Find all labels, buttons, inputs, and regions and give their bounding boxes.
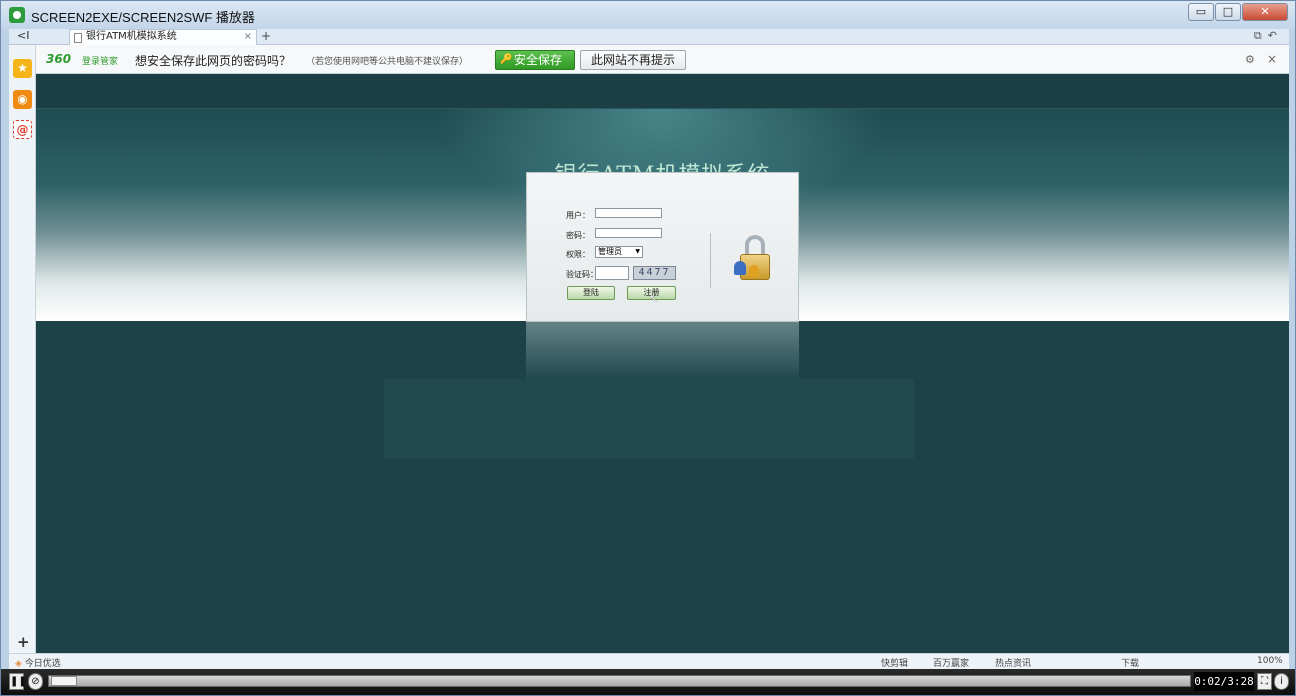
username-input[interactable] bbox=[595, 208, 662, 218]
left-sidebar: ★ ◉ @ + bbox=[9, 45, 36, 653]
player-controls: ❚❚ ⊘ 0:02/3:28 ⛶ i bbox=[1, 669, 1295, 695]
page-icon bbox=[74, 33, 82, 43]
pause-button[interactable]: ❚❚ bbox=[9, 673, 27, 690]
today-picks-link[interactable]: 今日优选 bbox=[15, 656, 61, 669]
settings-gear-icon[interactable]: ⚙ bbox=[1245, 53, 1255, 66]
mail-at-icon[interactable]: @ bbox=[13, 120, 32, 139]
browser-tab-bar: <I 银行ATM机模拟系统 × + ⧉↶ bbox=[9, 29, 1289, 45]
password-bar-close-icon[interactable]: × bbox=[1267, 52, 1277, 66]
lower-band bbox=[384, 379, 914, 459]
app-icon bbox=[9, 7, 25, 23]
minimize-button[interactable]: ▭ bbox=[1188, 3, 1214, 21]
captcha-label: 验证码： bbox=[566, 270, 598, 279]
hot-news-link[interactable]: 热点资讯 bbox=[995, 656, 1031, 669]
zoom-level[interactable]: 100% bbox=[1257, 656, 1283, 666]
user-figure-icon-2 bbox=[749, 265, 759, 277]
tab-title: 银行ATM机模拟系统 bbox=[86, 31, 177, 42]
window-title: SCREEN2EXE/SCREEN2SWF 播放器 bbox=[31, 10, 255, 25]
panel-reflection bbox=[526, 321, 799, 379]
favorites-star-icon[interactable]: ★ bbox=[13, 59, 32, 78]
back-icon[interactable]: <I bbox=[17, 29, 29, 42]
captcha-input[interactable] bbox=[595, 266, 629, 280]
brand-360-logo: 360 bbox=[46, 52, 72, 66]
brand-subtitle: 登录管家 bbox=[82, 57, 119, 67]
safe-save-button[interactable]: 安全保存 bbox=[495, 50, 575, 70]
new-tab-button[interactable]: + bbox=[261, 29, 271, 43]
mouse-cursor-icon: ↖ bbox=[649, 292, 659, 305]
page-top-strip bbox=[36, 74, 1289, 109]
tab-close-icon[interactable]: × bbox=[244, 30, 252, 44]
password-input[interactable] bbox=[595, 228, 662, 238]
fullscreen-icon[interactable]: ⛶ bbox=[1257, 673, 1272, 690]
safe-save-label: 安全保存 bbox=[514, 53, 563, 67]
save-password-question: 想安全保存此网页的密码吗？ bbox=[135, 54, 292, 68]
password-save-bar: 360 登录管家 想安全保存此网页的密码吗？ （若您使用网吧等公共电脑不建议保存… bbox=[36, 45, 1289, 74]
username-label: 用户： bbox=[566, 211, 590, 220]
sidebar-add-icon[interactable]: + bbox=[17, 633, 30, 651]
playback-time: 0:02/3:28 bbox=[1194, 672, 1254, 691]
million-winner-link[interactable]: 百万赢家 bbox=[933, 656, 969, 669]
close-button[interactable]: ✕ bbox=[1242, 3, 1288, 21]
captcha-image[interactable]: 4477 bbox=[633, 266, 676, 280]
seek-thumb[interactable] bbox=[51, 676, 77, 686]
tab-tools-icon[interactable]: ⧉↶ bbox=[1254, 29, 1283, 43]
login-button[interactable]: 登陆 bbox=[567, 286, 615, 300]
role-select[interactable]: 管理员 bbox=[595, 246, 643, 258]
panel-divider bbox=[710, 233, 711, 288]
user-figure-icon bbox=[734, 261, 746, 275]
role-value: 管理员 bbox=[598, 247, 622, 256]
download-link[interactable]: 下载 bbox=[1121, 656, 1139, 669]
page-content: 银行ATM机模拟系统 用户： 密码： 权限： 管理员 验证码： 4477 登陆 … bbox=[36, 74, 1289, 653]
password-label: 密码： bbox=[566, 231, 590, 240]
maximize-button[interactable]: □ bbox=[1215, 3, 1241, 21]
stop-icon[interactable]: ⊘ bbox=[28, 673, 43, 690]
save-password-note: （若您使用网吧等公共电脑不建议保存） bbox=[306, 57, 469, 67]
seek-track[interactable] bbox=[48, 675, 1191, 687]
weibo-icon[interactable]: ◉ bbox=[13, 90, 32, 109]
browser-status-bar: 今日优选 快剪辑 百万赢家 热点资讯 下载 100% bbox=[9, 653, 1289, 669]
app-window: SCREEN2EXE/SCREEN2SWF 播放器 ▭ □ ✕ <I 银行ATM… bbox=[0, 0, 1296, 696]
role-label: 权限： bbox=[566, 250, 590, 259]
never-remind-button[interactable]: 此网站不再提示 bbox=[580, 50, 686, 70]
info-icon[interactable]: i bbox=[1274, 673, 1289, 690]
tab-atm-system[interactable]: 银行ATM机模拟系统 × bbox=[69, 29, 257, 45]
title-bar: SCREEN2EXE/SCREEN2SWF 播放器 ▭ □ ✕ bbox=[1, 1, 1295, 29]
login-panel: 用户： 密码： 权限： 管理员 验证码： 4477 登陆 注册 bbox=[526, 172, 799, 322]
quick-edit-link[interactable]: 快剪辑 bbox=[881, 656, 908, 669]
